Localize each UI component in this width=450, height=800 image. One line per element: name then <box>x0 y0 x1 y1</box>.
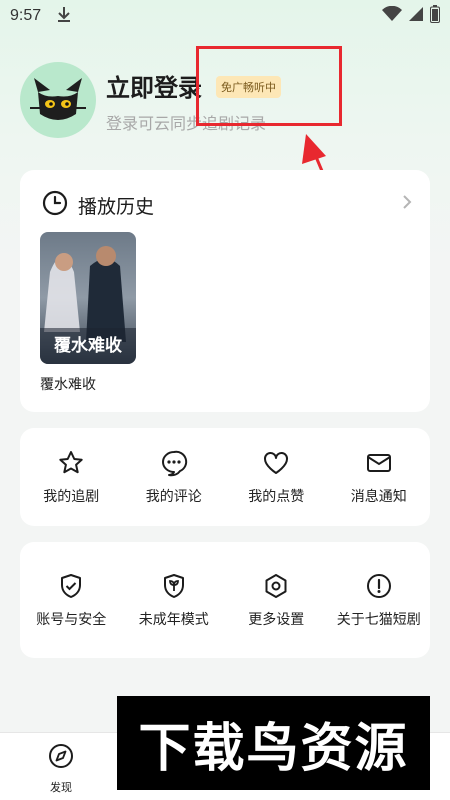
history-item-title[interactable]: 覆水难收 <box>40 374 96 394</box>
watermark-text: 下载鸟资源 <box>138 718 409 779</box>
avatar[interactable] <box>20 62 96 138</box>
grid-label: 我的点赞 <box>248 489 305 505</box>
battery-icon <box>430 4 440 28</box>
drama-poster[interactable]: 覆水难收 <box>40 232 136 364</box>
chevron-right-icon[interactable] <box>402 194 412 214</box>
grid-label: 关于七猫短剧 <box>336 612 421 628</box>
grid-label: 我的评论 <box>145 489 202 505</box>
status-indicators <box>382 4 440 28</box>
status-time: 9:57 <box>10 7 42 24</box>
nav-discover[interactable]: 发现 <box>36 743 86 795</box>
shield-check-icon <box>56 571 86 601</box>
my-comments-button[interactable]: 我的评论 <box>123 428 226 526</box>
my-likes-button[interactable]: 我的点赞 <box>225 428 328 526</box>
download-icon <box>57 6 71 27</box>
compass-icon <box>48 743 74 773</box>
cat-logo-icon <box>30 78 86 120</box>
about-button[interactable]: 关于七猫短剧 <box>328 542 431 658</box>
play-history-title: 播放历史 <box>78 195 155 218</box>
grid-label: 未成年模式 <box>138 612 209 628</box>
heart-icon <box>261 448 291 478</box>
comment-icon <box>159 448 189 478</box>
minor-mode-button[interactable]: 未成年模式 <box>123 542 226 658</box>
play-history-header[interactable]: 播放历史 <box>42 190 154 220</box>
drama-poster-image: 覆水难收 <box>40 232 136 364</box>
account-security-button[interactable]: 账号与安全 <box>20 542 123 658</box>
my-follows-button[interactable]: 我的追剧 <box>20 428 123 526</box>
poster-title-text: 覆水难收 <box>54 335 122 356</box>
wifi-icon <box>382 5 402 27</box>
my-activity-card: 我的追剧 我的评论 我的点赞 消息通知 <box>20 428 430 526</box>
grid-label: 消息通知 <box>350 489 407 505</box>
more-settings-button[interactable]: 更多设置 <box>225 542 328 658</box>
status-bar: 9:57 <box>0 0 450 32</box>
grid-label: 我的追剧 <box>43 489 100 505</box>
star-icon <box>56 448 86 478</box>
grid-label: 更多设置 <box>248 612 305 628</box>
settings-card: 账号与安全 未成年模式 更多设置 关于七猫短剧 <box>20 542 430 658</box>
login-title[interactable]: 立即登录 <box>106 68 202 103</box>
annotation-highlight-box <box>196 46 342 126</box>
info-circle-icon <box>364 571 394 601</box>
mail-icon <box>364 448 394 478</box>
signal-icon <box>408 6 424 27</box>
sprout-shield-icon <box>159 571 189 601</box>
play-history-card: 播放历史 覆水难收 覆水难收 <box>20 170 430 412</box>
hexagon-settings-icon <box>261 571 291 601</box>
notifications-button[interactable]: 消息通知 <box>328 428 431 526</box>
grid-label: 账号与安全 <box>36 612 107 628</box>
nav-discover-label: 发现 <box>50 781 72 794</box>
clock-icon <box>42 190 68 220</box>
watermark-overlay: 下载鸟资源 <box>117 696 430 790</box>
